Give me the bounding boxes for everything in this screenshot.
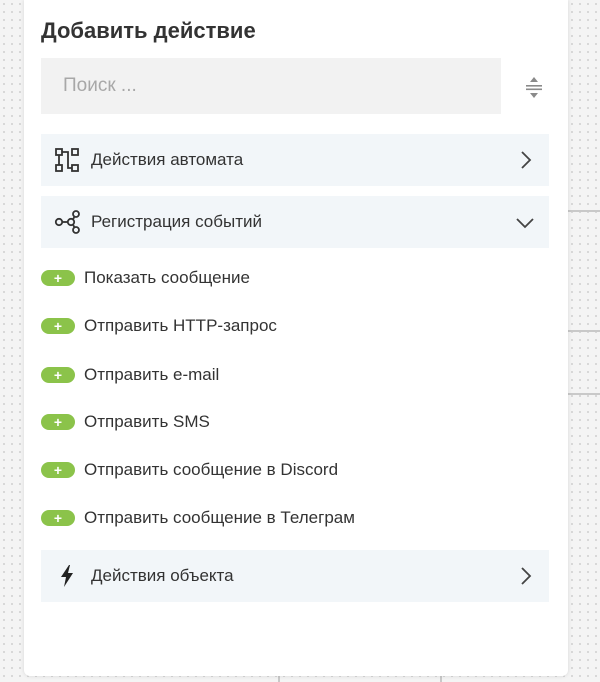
group-object-actions[interactable]: Действия объекта — [41, 550, 549, 602]
group-event-logging[interactable]: Регистрация событий — [41, 196, 549, 248]
action-item-label: Отправить сообщение в Телеграм — [84, 508, 355, 527]
group-automaton-actions[interactable]: Действия автомата — [41, 134, 549, 186]
workflow-icon — [53, 146, 81, 174]
sort-icon[interactable] — [522, 74, 546, 100]
chevron-right-icon — [513, 148, 537, 172]
panel-title: Добавить действие — [41, 18, 256, 43]
chevron-right-icon — [513, 564, 537, 588]
add-badge: + — [41, 414, 75, 430]
canvas-connector-line — [440, 676, 442, 682]
chevron-down-icon — [513, 210, 537, 234]
action-item-send-http[interactable]: + Отправить HTTP-запрос — [41, 312, 541, 340]
action-item-label: Отправить SMS — [84, 412, 210, 431]
action-item-send-discord[interactable]: + Отправить сообщение в Discord — [41, 456, 541, 484]
share-nodes-icon — [53, 208, 81, 236]
lightning-icon — [53, 562, 81, 590]
canvas-connector-line — [568, 330, 600, 332]
action-item-label: Отправить HTTP-запрос — [84, 316, 277, 335]
group-label: Действия автомата — [91, 150, 244, 169]
canvas-connector-line — [568, 210, 600, 212]
action-item-send-email[interactable]: + Отправить e-mail — [41, 361, 541, 389]
add-badge: + — [41, 367, 75, 383]
action-item-send-sms[interactable]: + Отправить SMS — [41, 408, 541, 436]
group-label: Действия объекта — [91, 566, 234, 585]
action-item-send-telegram[interactable]: + Отправить сообщение в Телеграм — [41, 504, 541, 532]
add-action-panel: Добавить действие Действия автомата — [24, 0, 568, 676]
action-item-label: Показать сообщение — [84, 268, 250, 287]
add-badge: + — [41, 510, 75, 526]
add-badge: + — [41, 462, 75, 478]
action-item-label: Отправить e-mail — [84, 365, 220, 384]
add-badge: + — [41, 318, 75, 334]
search-input[interactable] — [41, 58, 501, 114]
action-item-label: Отправить сообщение в Discord — [84, 460, 339, 479]
canvas-connector-line — [278, 676, 280, 682]
canvas-connector-line — [568, 393, 600, 395]
action-item-show-message[interactable]: + Показать сообщение — [41, 264, 541, 292]
group-label: Регистрация событий — [91, 212, 262, 231]
add-badge: + — [41, 270, 75, 286]
